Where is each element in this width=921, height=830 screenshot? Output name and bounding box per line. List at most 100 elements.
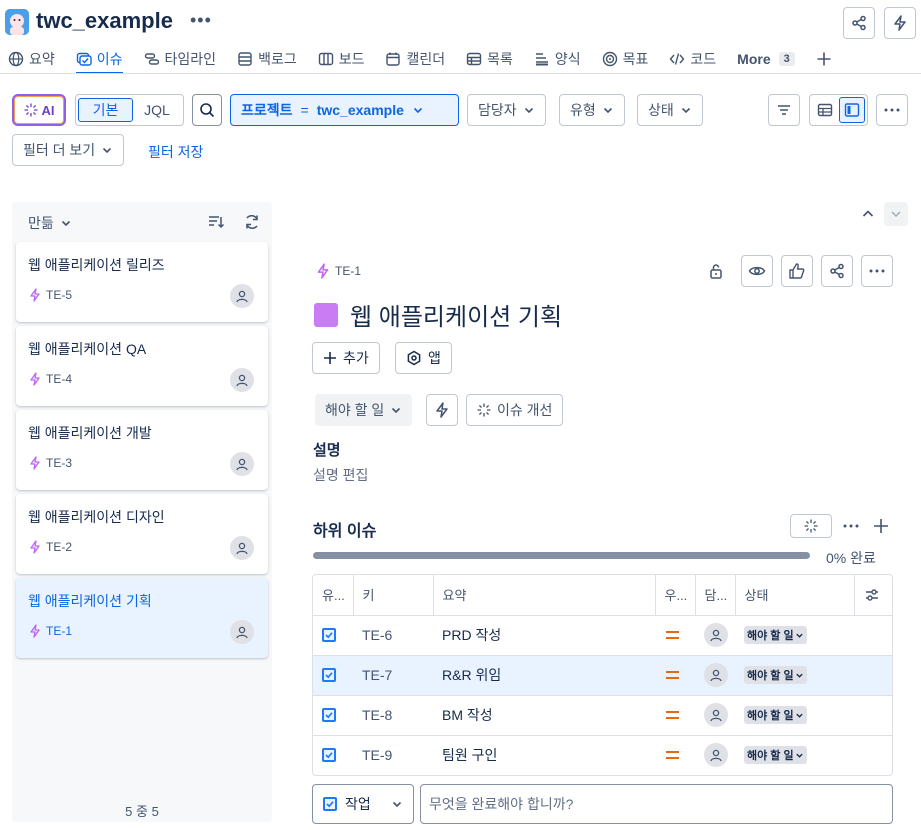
refresh-button[interactable] <box>243 213 261 231</box>
tab-goals[interactable]: 목표 <box>602 47 648 71</box>
table-row[interactable]: TE-8 BM 작성 해야 할 일 <box>313 695 892 736</box>
column-header-key[interactable]: 키 <box>353 575 434 616</box>
status-filter[interactable]: 상태 <box>637 94 703 126</box>
filter-settings-button[interactable] <box>768 94 800 126</box>
share-button[interactable] <box>843 7 875 39</box>
tab-timeline[interactable]: 타임라인 <box>144 47 216 71</box>
status-lozenge[interactable]: 해야 할 일 <box>744 666 807 684</box>
apps-button[interactable]: 앱 <box>395 342 452 374</box>
issue-breadcrumb[interactable]: TE-1 <box>315 263 361 279</box>
add-subtask-button[interactable] <box>873 518 889 534</box>
issue-card[interactable]: 웹 애플리케이션 개발 TE-3 <box>16 410 268 490</box>
project-filter[interactable]: 프로젝트 = twc_example <box>230 94 459 126</box>
create-type-dropdown[interactable]: 작업 <box>312 784 414 824</box>
issue-card[interactable]: 웹 애플리케이션 QA TE-4 <box>16 326 268 406</box>
issue-card[interactable]: 웹 애플리케이션 릴리즈 TE-5 <box>16 242 268 322</box>
status-lozenge[interactable]: 해야 할 일 <box>744 706 807 724</box>
share-issue-button[interactable] <box>821 255 853 287</box>
status-lozenge[interactable]: 해야 할 일 <box>744 746 807 765</box>
search-button[interactable] <box>192 94 222 126</box>
tab-forms[interactable]: 양식 <box>534 47 581 71</box>
add-button[interactable]: 추가 <box>312 342 380 374</box>
list-sort-dropdown[interactable]: 만듦 <box>28 213 72 233</box>
issue-more-button[interactable] <box>861 255 893 287</box>
table-row[interactable]: TE-9 팀원 구인 해야 할 일 <box>313 735 892 775</box>
assignee-cell[interactable] <box>695 655 735 696</box>
issue-title[interactable]: 웹 애플리케이션 기획 <box>350 297 562 332</box>
issue-type-icon[interactable] <box>314 302 338 327</box>
assignee-filter[interactable]: 담당자 <box>467 94 546 126</box>
project-more-icon[interactable]: ••• <box>190 10 212 31</box>
column-settings-icon <box>865 589 878 601</box>
tab-issues[interactable]: 이슈 <box>75 47 123 74</box>
key-cell[interactable]: TE-7 <box>353 655 433 696</box>
tab-more[interactable]: More 3 <box>737 47 795 71</box>
tab-board[interactable]: 보드 <box>318 47 364 71</box>
automation-button[interactable] <box>884 7 916 39</box>
status-cell[interactable]: 해야 할 일 <box>735 655 854 696</box>
column-settings-button[interactable] <box>854 575 892 616</box>
status-lozenge[interactable]: 해야 할 일 <box>744 626 807 644</box>
key-cell[interactable]: TE-8 <box>353 695 433 736</box>
previous-issue-button[interactable] <box>860 206 876 222</box>
basic-mode-button[interactable]: 기본 <box>78 98 133 122</box>
list-view-button[interactable] <box>812 97 837 123</box>
status-cell[interactable]: 해야 할 일 <box>735 735 854 775</box>
issue-card-selected[interactable]: 웹 애플리케이션 기획 TE-1 <box>16 578 268 658</box>
key-cell[interactable]: TE-6 <box>353 615 433 656</box>
unlock-icon <box>710 264 722 279</box>
more-filters-dropdown[interactable]: 필터 더 보기 <box>12 134 125 166</box>
table-row[interactable]: TE-7 R&R 위임 해야 할 일 <box>313 655 892 696</box>
type-filter[interactable]: 유형 <box>559 94 625 126</box>
summary-cell[interactable]: R&R 위임 <box>433 655 655 696</box>
chevron-down-icon <box>103 147 112 154</box>
column-header-type[interactable]: 유... <box>313 575 354 616</box>
description-editor[interactable]: 설명 편집 <box>313 465 368 485</box>
jql-mode-button[interactable]: JQL <box>133 102 181 118</box>
status-cell[interactable]: 해야 할 일 <box>735 695 854 736</box>
list-sort-label: 만듦 <box>28 215 54 231</box>
lock-button[interactable] <box>707 262 725 280</box>
tab-list[interactable]: 목록 <box>466 47 513 71</box>
more-actions-button[interactable] <box>876 94 908 126</box>
improve-issue-button[interactable]: 이슈 개선 <box>466 394 564 426</box>
assignee-cell[interactable] <box>695 615 735 656</box>
epic-icon <box>30 456 40 470</box>
issue-automation-button[interactable] <box>426 394 458 426</box>
key-cell[interactable]: TE-9 <box>353 735 433 775</box>
subtasks-ai-button[interactable] <box>790 514 832 538</box>
task-checkbox-icon <box>322 668 336 682</box>
summary-cell[interactable]: 팀원 구인 <box>433 735 655 775</box>
tab-code[interactable]: 코드 <box>669 47 716 71</box>
sort-order-button[interactable] <box>207 213 225 231</box>
watch-button[interactable] <box>741 255 773 287</box>
column-header-priority[interactable]: 우... <box>655 575 696 616</box>
epic-icon <box>30 372 40 386</box>
assignee-cell[interactable] <box>695 735 735 775</box>
create-subtask-input[interactable] <box>420 784 893 824</box>
detail-view-button[interactable] <box>839 97 865 123</box>
tab-calendar[interactable]: 캘린더 <box>385 47 445 71</box>
column-header-status[interactable]: 상태 <box>735 575 855 616</box>
next-issue-button[interactable] <box>884 202 908 226</box>
table-row[interactable]: TE-6 PRD 작성 해야 할 일 <box>313 615 892 656</box>
like-button[interactable] <box>781 255 813 287</box>
tab-backlog[interactable]: 백로그 <box>237 47 297 71</box>
ai-search-button[interactable]: AI <box>12 94 66 126</box>
issue-card[interactable]: 웹 애플리케이션 디자인 TE-2 <box>16 494 268 574</box>
status-cell[interactable]: 해야 할 일 <box>735 615 854 656</box>
type-cell <box>313 615 353 656</box>
column-header-summary[interactable]: 요약 <box>433 575 656 616</box>
tab-label: 이슈 <box>96 51 123 67</box>
column-header-assignee[interactable]: 담... <box>695 575 736 616</box>
subtasks-more-button[interactable] <box>843 524 859 528</box>
save-filter-link[interactable]: 필터 저장 <box>148 142 203 162</box>
status-dropdown[interactable]: 해야 할 일 <box>315 394 413 426</box>
user-icon <box>236 626 248 639</box>
summary-cell[interactable]: BM 작성 <box>433 695 655 736</box>
summary-cell[interactable]: PRD 작성 <box>433 615 655 656</box>
add-tab-button[interactable] <box>816 47 832 71</box>
tab-summary[interactable]: 요약 <box>8 47 55 71</box>
priority-cell <box>655 735 695 775</box>
assignee-cell[interactable] <box>695 695 735 736</box>
